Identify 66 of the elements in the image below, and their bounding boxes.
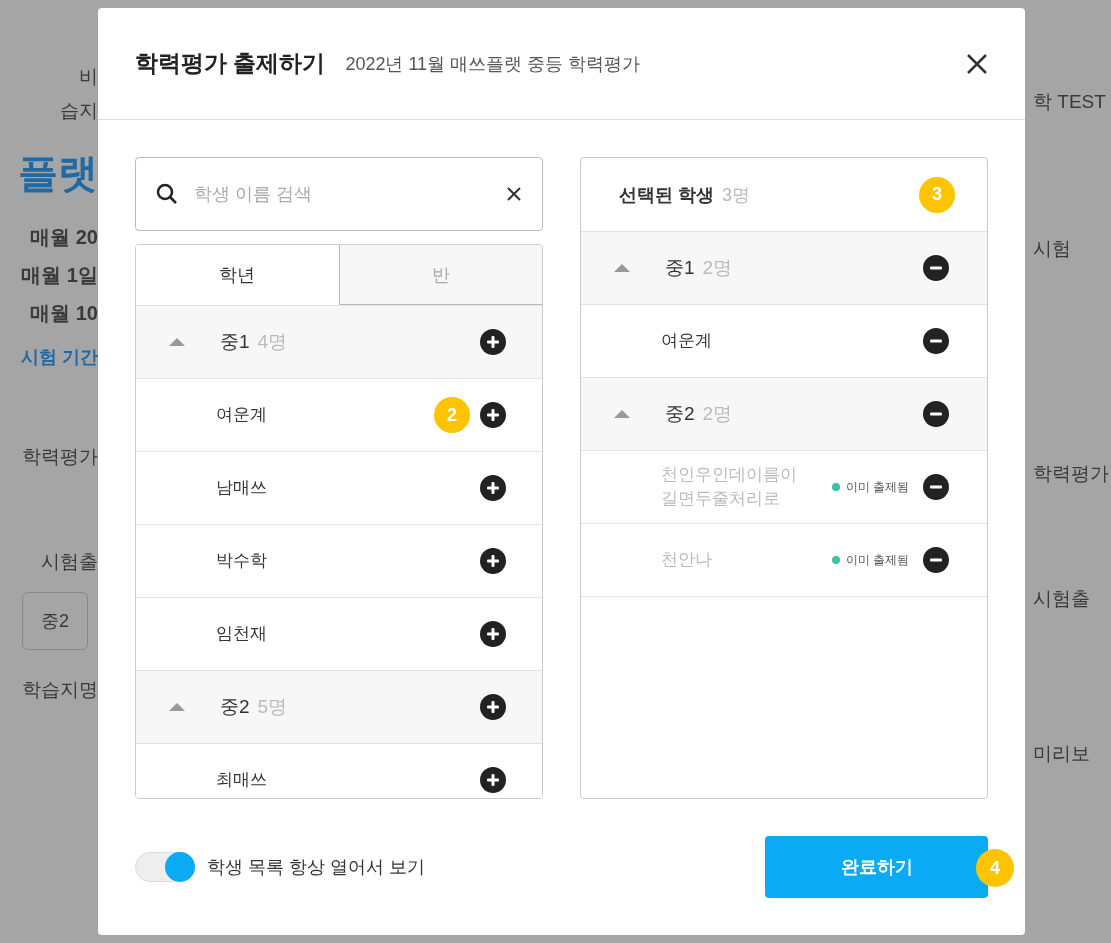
collapse-triangle-icon[interactable] [613,409,631,419]
student-count: 4명 [257,330,288,354]
toggle-switch[interactable] [135,852,195,882]
background-text: 습지 [60,99,98,123]
step-badge: 3 [919,176,955,213]
student-count: 2명 [702,256,733,280]
clear-icon[interactable] [506,186,522,202]
panel-title: 선택된 학생 [619,183,714,207]
background-text: 학습지명 [22,678,98,702]
modal-title: 학력평가 출제하기 [135,49,326,78]
grade-name: 중2 [220,695,250,719]
plus-circle-icon[interactable] [480,767,506,793]
background-text: 학 TEST [1032,90,1106,114]
student-name: 임천재 [216,623,267,646]
background-text: 학력평가 [1032,462,1109,486]
toggle-label: 학생 목록 항상 열어서 보기 [207,856,425,879]
modal-subtitle: 2022년 11월 매쓰플랫 중등 학력평가 [345,52,642,76]
grade-button[interactable]: 중2 [22,592,88,650]
background-text: 미리보 [1032,742,1090,766]
minus-circle-icon[interactable] [923,255,949,281]
grade-row[interactable]: 중2 2명 [581,377,987,450]
plus-circle-icon[interactable] [480,402,506,428]
minus-circle-icon[interactable] [923,401,949,427]
minus-circle-icon[interactable] [923,328,949,354]
step-badge: 4 [976,849,1014,887]
background-text: 시험 [1032,237,1071,261]
background-text: 매월 20 [30,224,98,250]
grade-row[interactable]: 중1 2명 [581,231,987,304]
minus-circle-icon[interactable] [923,474,949,500]
student-name: 박수학 [216,550,267,573]
background-text: 비 [79,65,98,89]
student-count: 3명 [722,183,751,207]
plus-circle-icon[interactable] [480,475,506,501]
background-text: 플랫 [18,149,98,197]
background-text: 시험출 [1032,587,1090,611]
student-name: 천안나 [661,549,712,572]
student-row[interactable]: 최매쓰 [136,743,542,798]
grade-name: 중1 [665,256,695,280]
collapse-triangle-icon[interactable] [168,702,186,712]
student-name: 천인우인데이름이길면두줄처리로 [661,464,798,510]
minus-circle-icon[interactable] [923,547,949,573]
student-name: 최매쓰 [216,769,267,792]
plus-circle-icon[interactable] [480,621,506,647]
student-name: 남매쓰 [216,477,267,500]
grade-name: 중1 [220,330,250,354]
plus-circle-icon[interactable] [480,694,506,720]
plus-circle-icon[interactable] [480,548,506,574]
student-name: 여운계 [216,404,267,427]
grade-name: 중2 [665,402,695,426]
status-label: 이미 출제됨 [831,551,909,569]
background-text: 매월 10 [30,300,98,326]
search-icon [156,183,178,205]
plus-circle-icon[interactable] [480,329,506,355]
background-text: 학력평가 [22,445,98,469]
status-label: 이미 출제됨 [831,478,909,496]
background-text: 시험출 [41,550,98,574]
grade-row[interactable]: 중1 4명 [136,305,542,378]
close-icon[interactable] [966,52,988,75]
step-badge: 2 [434,397,470,433]
student-name: 여운계 [661,330,712,353]
student-count: 2명 [702,402,733,426]
collapse-triangle-icon[interactable] [613,263,631,273]
grade-row[interactable]: 중2 5명 [136,670,542,743]
student-count: 5명 [257,695,288,719]
collapse-triangle-icon[interactable] [168,337,186,347]
background-text: 매월 1일 [21,262,98,288]
